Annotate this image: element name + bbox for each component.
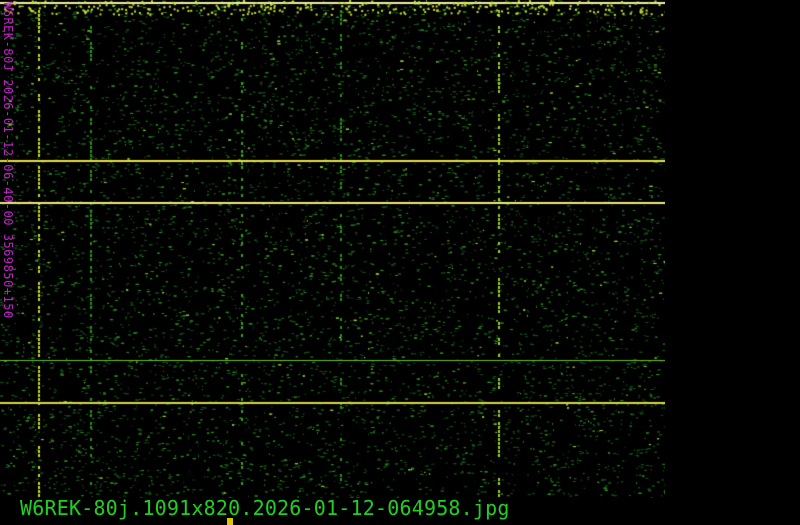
grabber-side-label: W6REK-80J 2026-01-12-06-40-00 3569850+15… — [1, 2, 15, 319]
image-filename-caption: W6REK-80j.1091x820.2026-01-12-064958.jpg — [20, 496, 510, 520]
time-marker — [227, 518, 233, 525]
spectrogram-waterfall — [0, 0, 665, 498]
